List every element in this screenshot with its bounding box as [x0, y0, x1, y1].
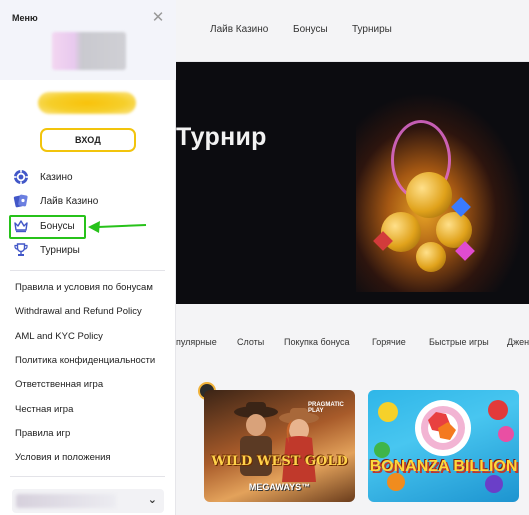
link-fair-play[interactable]: Честная игра	[15, 404, 73, 415]
menu-item-label: Лайв Казино	[40, 195, 99, 207]
game-title: BONANZA BILLION	[369, 458, 518, 475]
category-bonus-buy[interactable]: Покупка бонуса	[284, 337, 350, 347]
chevron-down-icon: ⌄	[147, 494, 157, 506]
tournament-hero-banner[interactable]: Турнир	[176, 62, 529, 304]
category-more[interactable]: Джен	[507, 337, 529, 347]
category-hot[interactable]: Горячие	[372, 337, 406, 347]
green-arrow-icon	[88, 221, 147, 233]
hero-title: Турнир	[176, 123, 267, 151]
category-slots[interactable]: Слоты	[237, 337, 264, 347]
login-button[interactable]: ВХОД	[40, 128, 136, 152]
nav-live-casino[interactable]: Лайв Казино	[210, 24, 268, 35]
nav-bonuses[interactable]: Бонусы	[293, 24, 328, 35]
category-popular[interactable]: пулярные	[176, 337, 217, 347]
highlight-box-annotation	[9, 215, 86, 239]
registration-button[interactable]	[38, 92, 136, 114]
game-subtitle: MEGAWAYS™	[248, 482, 311, 492]
link-terms-conditions[interactable]: Условия и положения	[15, 452, 111, 463]
game-card-bonanza-billion[interactable]: BONANZA BILLION	[368, 390, 519, 502]
game-card-wild-west-gold[interactable]: PRAGMATIC PLAY WILD WEST GOLD MEGAWAYS™	[204, 390, 355, 502]
casino-chip-icon	[12, 168, 30, 186]
link-responsible-gaming[interactable]: Ответственная игра	[15, 379, 103, 390]
provider-badge: PRAGMATIC PLAY	[308, 402, 344, 414]
category-fast-games[interactable]: Быстрые игры	[429, 337, 489, 347]
candy-illustration	[374, 400, 514, 493]
top-navigation: Лайв Казино Бонусы Турниры	[176, 0, 529, 62]
close-icon[interactable]: ✕	[150, 10, 166, 26]
side-menu-header: Меню ✕	[0, 0, 176, 80]
gold-coin-image	[406, 172, 452, 218]
link-aml-kyc-policy[interactable]: AML and KYC Policy	[15, 331, 103, 342]
menu-item-live-casino[interactable]: Лайв Казино	[12, 191, 152, 211]
menu-title: Меню	[12, 13, 38, 23]
blurred-logo	[52, 32, 126, 70]
language-select[interactable]: ⌄	[12, 489, 164, 513]
menu-item-tournaments[interactable]: Турниры	[12, 240, 152, 260]
menu-item-label: Казино	[40, 171, 73, 183]
gold-coin-image	[416, 242, 446, 272]
divider	[10, 476, 165, 477]
link-privacy-policy[interactable]: Политика конфиденциальности	[15, 355, 155, 366]
menu-item-casino[interactable]: Казино	[12, 167, 152, 187]
side-menu-panel: Меню ✕ ВХОД Казино Лайв Казино Бонусы Ту…	[0, 0, 176, 515]
blurred-selected-value	[16, 494, 116, 508]
menu-item-label: Турниры	[40, 244, 80, 256]
nav-tournaments[interactable]: Турниры	[352, 24, 392, 35]
link-game-rules[interactable]: Правила игр	[15, 428, 70, 439]
link-withdrawal-refund-policy[interactable]: Withdrawal and Refund Policy	[15, 306, 142, 317]
trophy-icon	[12, 241, 30, 259]
game-title: WILD WEST GOLD	[211, 454, 348, 469]
link-bonus-terms[interactable]: Правила и условия по бонусам	[15, 282, 153, 293]
live-casino-cards-icon	[12, 192, 30, 210]
divider	[10, 270, 165, 271]
game-category-bar: пулярные Слоты Покупка бонуса Горячие Бы…	[176, 304, 529, 380]
